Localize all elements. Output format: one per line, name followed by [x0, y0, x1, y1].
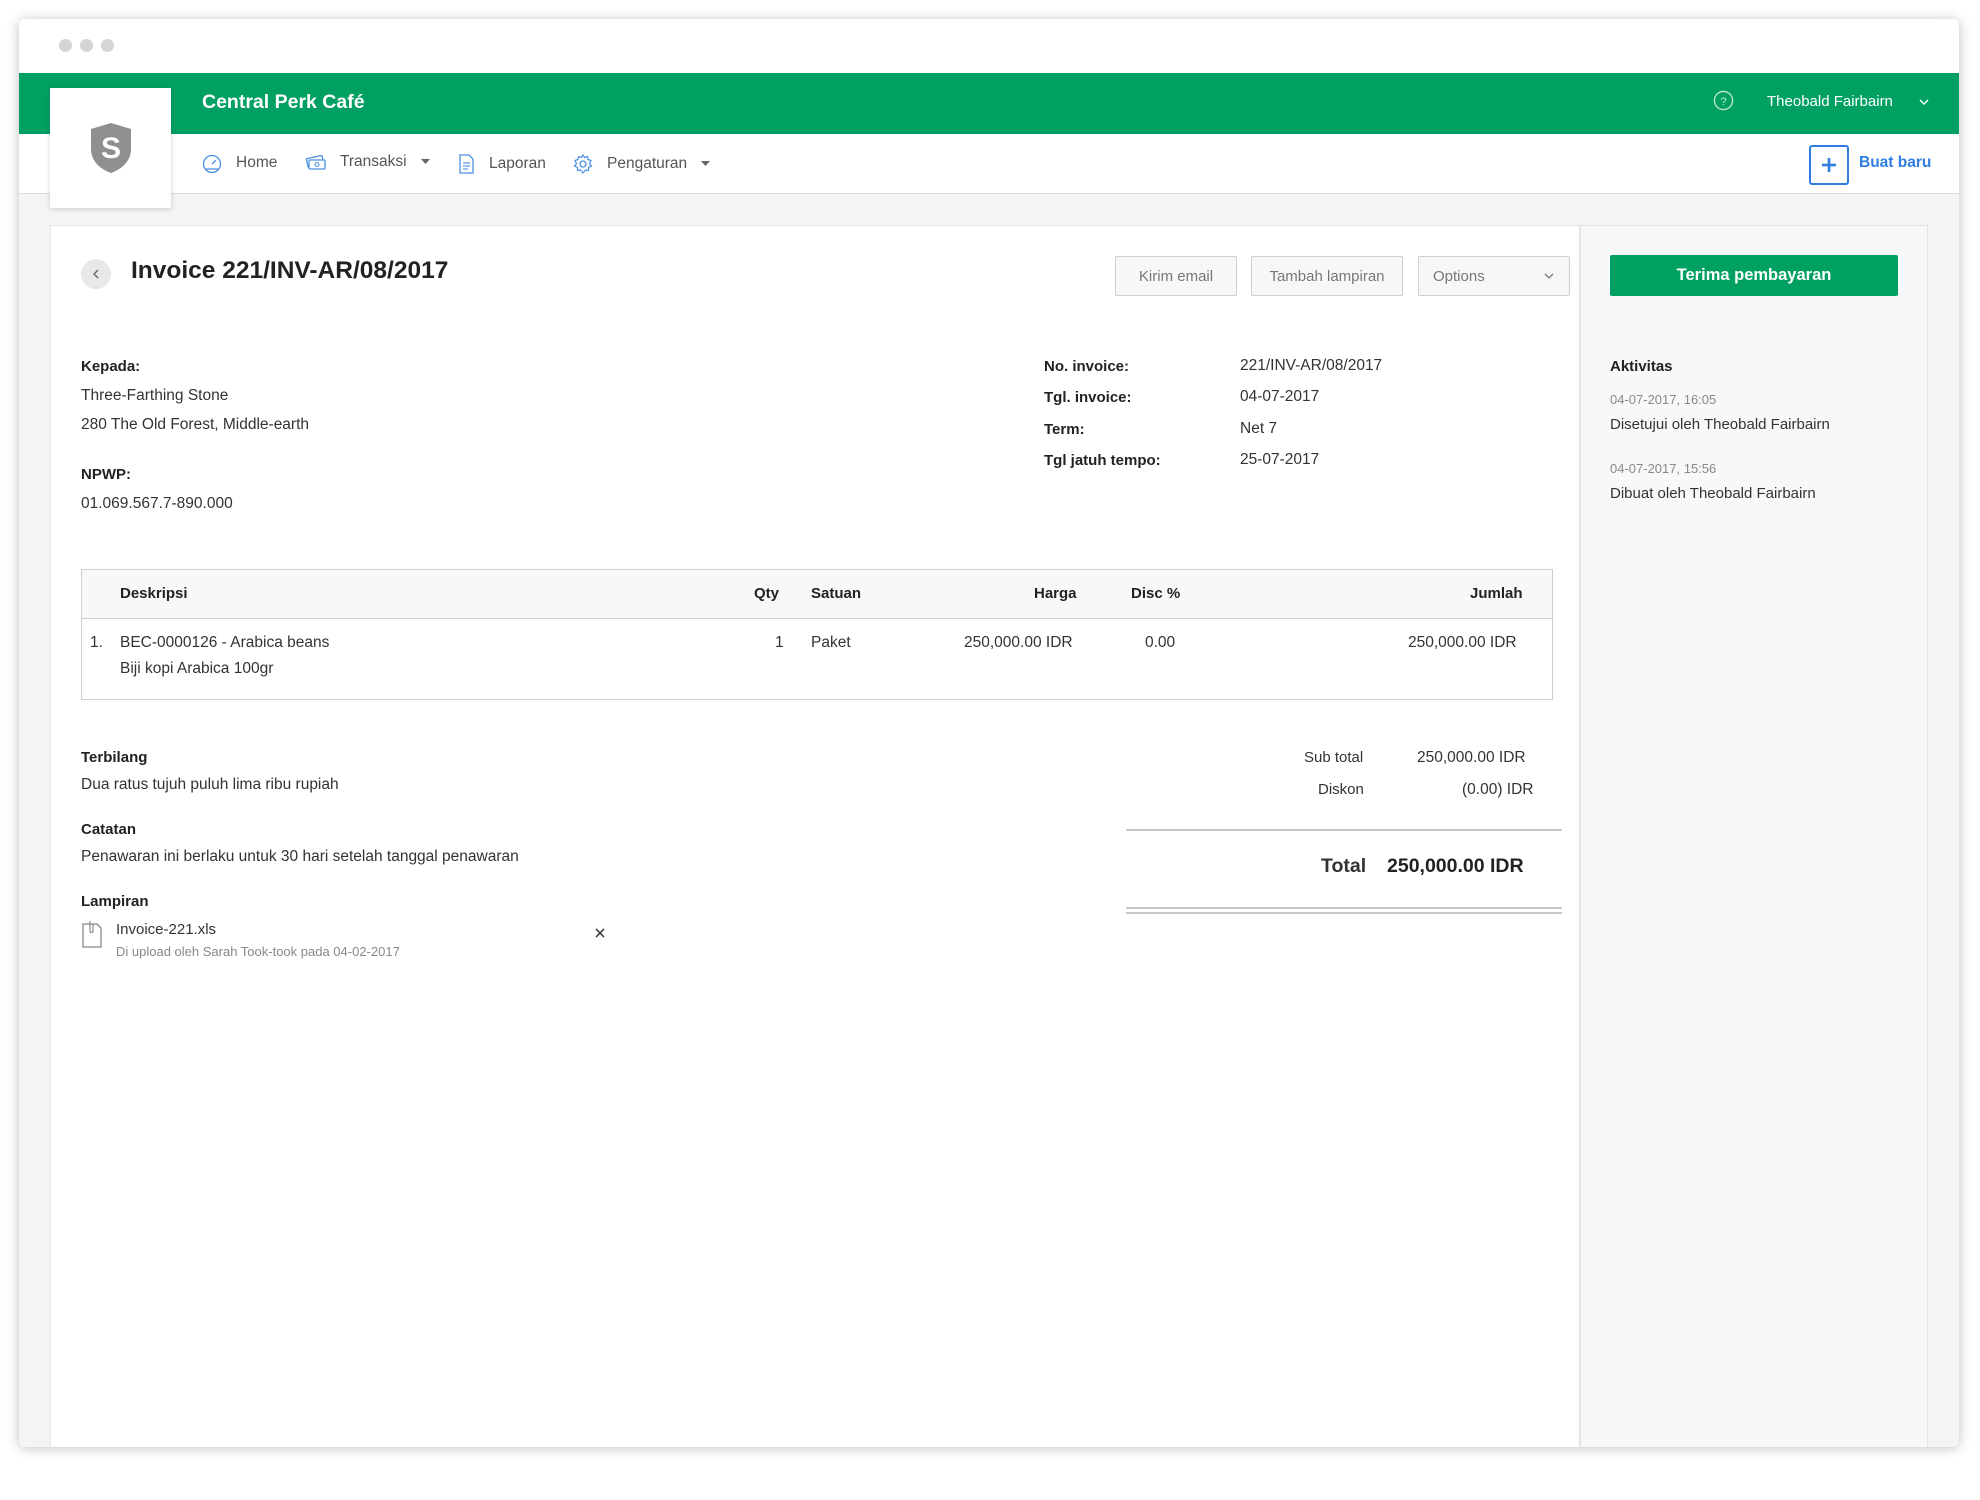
activity-time: 04-07-2017, 15:56: [1610, 461, 1717, 476]
total-value: 250,000.00 IDR: [1387, 855, 1524, 877]
browser-window: Central Perk Café ? Theobald Fairbairn S…: [19, 19, 1959, 1447]
transactions-icon: [305, 154, 326, 170]
send-email-button[interactable]: Kirim email: [1115, 256, 1237, 296]
company-logo[interactable]: S: [50, 88, 171, 208]
help-icon[interactable]: ?: [1713, 90, 1734, 111]
nav-laporan[interactable]: Laporan: [456, 153, 546, 175]
report-document-icon: [459, 154, 474, 174]
recipient-address: 280 The Old Forest, Middle-earth: [81, 416, 310, 433]
col-amount-header: Jumlah: [1470, 585, 1523, 602]
file-clip-icon: [82, 921, 102, 948]
invoice-number-label: No. invoice:: [1044, 358, 1130, 375]
nav-home[interactable]: Home: [201, 153, 277, 173]
attachment-meta: Di upload oleh Sarah Took-took pada 04-0…: [116, 944, 400, 959]
total-label: Total: [1321, 855, 1367, 877]
spelled-amount-label: Terbilang: [81, 749, 148, 766]
due-date-label: Tgl jatuh tempo:: [1044, 452, 1161, 469]
activity-panel: Terima pembayaran Aktivitas 04-07-2017, …: [1580, 225, 1928, 1447]
nav-laporan-label: Laporan: [489, 155, 546, 172]
window-close-dot[interactable]: [59, 39, 72, 52]
main-navigation: Home Transaksi Laporan Pengaturan Buat b…: [19, 134, 1959, 194]
chevron-left-icon: [93, 269, 99, 279]
nav-home-label: Home: [236, 154, 278, 171]
create-new-label[interactable]: Buat baru: [1859, 154, 1931, 172]
total-double-line-top: [1126, 907, 1562, 909]
activity-text: Disetujui oleh Theobald Fairbairn: [1610, 416, 1830, 433]
plus-icon: [1822, 158, 1836, 172]
spelled-amount-value: Dua ratus tujuh puluh lima ribu rupiah: [81, 776, 339, 793]
user-menu-name[interactable]: Theobald Fairbairn: [1767, 93, 1893, 110]
settings-gear-icon: [573, 153, 593, 174]
activity-text: Dibuat oleh Theobald Fairbairn: [1610, 485, 1816, 502]
activity-label: Aktivitas: [1610, 358, 1673, 375]
attachments-label: Lampiran: [81, 893, 149, 910]
col-qty-header: Qty: [754, 585, 780, 602]
total-double-line-bottom: [1126, 912, 1562, 914]
recipient-label: Kepada:: [81, 358, 141, 375]
subtotal-value: 250,000.00 IDR: [1417, 749, 1526, 766]
nav-pengaturan-label: Pengaturan: [607, 155, 688, 172]
due-date-value: 25-07-2017: [1240, 451, 1320, 468]
nav-transaksi-label: Transaksi: [340, 153, 407, 170]
caret-down-icon: [420, 159, 430, 164]
recipient-name: Three-Farthing Stone: [81, 387, 229, 404]
npwp-value: 01.069.567.7-890.000: [81, 495, 233, 512]
chevron-down-icon: [1544, 273, 1554, 279]
row-amount: 250,000.00 IDR: [1408, 634, 1517, 651]
back-button[interactable]: [81, 259, 111, 289]
discount-value: (0.00) IDR: [1462, 781, 1534, 798]
shield-logo-icon: S: [90, 123, 131, 173]
svg-text:?: ?: [1720, 96, 1726, 108]
options-dropdown[interactable]: Options: [1418, 256, 1570, 296]
window-maximize-dot[interactable]: [101, 39, 114, 52]
attachment-filename[interactable]: Invoice-221.xls: [116, 921, 216, 938]
npwp-label: NPWP:: [81, 466, 131, 483]
chevron-down-icon[interactable]: [1918, 97, 1930, 107]
add-attachment-button[interactable]: Tambah lampiran: [1251, 256, 1403, 296]
discount-label: Diskon: [1318, 781, 1364, 798]
table-header: Deskripsi Qty Satuan Harga Disc % Jumlah: [82, 570, 1552, 619]
row-unit: Paket: [811, 634, 851, 651]
invoice-title: Invoice 221/INV-AR/08/2017: [131, 257, 449, 284]
row-description: BEC-0000126 - Arabica beans: [120, 634, 330, 651]
remove-attachment-icon[interactable]: [594, 927, 606, 939]
svg-text:S: S: [100, 132, 120, 165]
app-header: Central Perk Café ? Theobald Fairbairn: [19, 73, 1959, 134]
activity-time: 04-07-2017, 16:05: [1610, 392, 1717, 407]
row-subdescription: Biji kopi Arabica 100gr: [120, 660, 274, 677]
totals-divider: [1126, 829, 1562, 831]
col-desc-header: Deskripsi: [120, 585, 188, 602]
create-new-button[interactable]: [1809, 145, 1849, 185]
term-label: Term:: [1044, 421, 1085, 438]
window-minimize-dot[interactable]: [80, 39, 93, 52]
line-items-table: Deskripsi Qty Satuan Harga Disc % Jumlah…: [81, 569, 1553, 700]
invoice-card: Invoice 221/INV-AR/08/2017 Kirim email T…: [50, 225, 1580, 1447]
row-qty: 1: [775, 634, 784, 651]
row-discount: 0.00: [1145, 634, 1176, 651]
invoice-date-label: Tgl. invoice:: [1044, 389, 1132, 406]
invoice-number-value: 221/INV-AR/08/2017: [1240, 357, 1383, 374]
company-name: Central Perk Café: [202, 91, 365, 113]
col-disc-header: Disc %: [1131, 585, 1181, 602]
receive-payment-button[interactable]: Terima pembayaran: [1610, 255, 1898, 296]
row-price: 250,000.00 IDR: [964, 634, 1073, 651]
dashboard-gauge-icon: [202, 154, 222, 173]
invoice-date-value: 04-07-2017: [1240, 388, 1320, 405]
row-number: 1.: [90, 634, 103, 651]
notes-label: Catatan: [81, 821, 137, 838]
caret-down-icon: [701, 161, 711, 166]
notes-value: Penawaran ini berlaku untuk 30 hari sete…: [81, 848, 519, 865]
window-titlebar: [19, 19, 1959, 73]
nav-transaksi[interactable]: Transaksi: [305, 153, 443, 171]
nav-pengaturan[interactable]: Pengaturan: [572, 153, 723, 175]
subtotal-label: Sub total: [1304, 749, 1364, 766]
col-price-header: Harga: [1034, 585, 1077, 602]
col-unit-header: Satuan: [811, 585, 862, 602]
term-value: Net 7: [1240, 420, 1278, 437]
options-label: Options: [1433, 267, 1485, 285]
